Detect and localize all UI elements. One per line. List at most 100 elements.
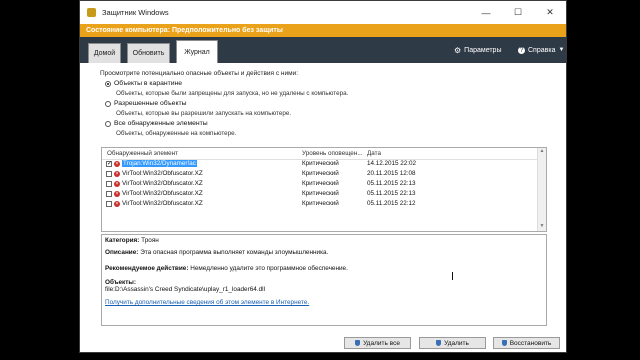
list-scrollbar[interactable]: ▲ ▼ xyxy=(537,148,546,231)
radio-button[interactable] xyxy=(105,100,111,107)
shield-icon xyxy=(501,340,507,346)
radio-allowed[interactable]: Разрешенные объекты xyxy=(105,100,187,107)
title-bar: Защитник Windows — ☐ ✕ xyxy=(80,1,566,24)
radio-all-detected[interactable]: Все обнаруженные элементы xyxy=(105,120,208,127)
action-label: Рекомендуемое действие: xyxy=(105,265,189,272)
delete-all-label: Удалить все xyxy=(363,339,400,347)
window-controls: — ☐ ✕ xyxy=(470,1,566,24)
option-label-quarantined: Объекты в карантине xyxy=(114,80,183,87)
status-text: Состояние компьютера: Предположительно б… xyxy=(86,27,283,34)
option-desc-allowed: Объекты, которые вы разрешили запускать … xyxy=(116,110,292,117)
scroll-down-arrow-icon[interactable]: ▼ xyxy=(538,223,546,231)
row-checkbox[interactable]: ✓ xyxy=(106,161,112,167)
action-value: Немедленно удалите это программное обесп… xyxy=(190,265,348,272)
tab-home[interactable]: Домой xyxy=(88,43,121,63)
history-panel: Просмотрите потенциально опасные объекты… xyxy=(80,63,566,352)
objects-label: Объекты: xyxy=(105,279,136,286)
row-date: 05.11.2015 22:12 xyxy=(367,200,416,207)
scroll-up-arrow-icon[interactable]: ▲ xyxy=(538,148,546,156)
window-title: Защитник Windows xyxy=(102,8,169,17)
threat-icon: × xyxy=(114,161,120,167)
tab-strip: Домой Обновить Журнал ⚙ Параметры ? Спра… xyxy=(80,37,566,63)
radio-quarantined[interactable]: Объекты в карантине xyxy=(105,80,182,87)
maximize-button[interactable]: ☐ xyxy=(502,1,534,24)
option-desc-quarantined: Объекты, которые были запрещены для запу… xyxy=(116,90,349,97)
objects-label-line: Объекты: xyxy=(105,279,136,286)
row-checkbox[interactable] xyxy=(106,201,112,207)
tab-history[interactable]: Журнал xyxy=(176,40,218,63)
category-label: Категория: xyxy=(105,237,140,244)
minimize-button[interactable]: — xyxy=(470,1,502,24)
row-date: 05.11.2015 22:13 xyxy=(367,180,416,187)
gear-icon: ⚙ xyxy=(454,45,462,55)
status-banner: Состояние компьютера: Предположительно б… xyxy=(80,24,566,37)
option-label-allowed: Разрешенные объекты xyxy=(114,100,187,107)
action-line: Рекомендуемое действие: Немедленно удали… xyxy=(105,265,348,272)
help-icon: ? xyxy=(518,46,525,54)
chevron-down-icon: ▼ xyxy=(558,47,565,53)
row-alert-level: Критический xyxy=(302,190,339,197)
row-checkbox[interactable] xyxy=(106,171,112,177)
help-label: Справка xyxy=(528,46,556,54)
settings-link[interactable]: ⚙ Параметры xyxy=(454,37,502,63)
shield-icon xyxy=(436,340,442,346)
radio-button[interactable] xyxy=(105,120,111,127)
row-alert-level: Критический xyxy=(302,180,339,187)
row-checkbox[interactable] xyxy=(106,191,112,197)
threat-icon: × xyxy=(114,181,120,187)
delete-button[interactable]: Удалить xyxy=(419,337,486,349)
row-checkbox[interactable] xyxy=(106,181,112,187)
restore-label: Восстановить xyxy=(509,339,552,347)
row-alert-level: Критический xyxy=(302,200,339,207)
row-alert-level: Критический xyxy=(302,170,339,177)
column-header-level[interactable]: Уровень оповещен... xyxy=(302,150,363,157)
help-link[interactable]: ? Справка ▼ xyxy=(518,37,564,63)
row-date: 14.12.2015 22:02 xyxy=(367,160,417,167)
row-item-name: VirTool:Win32/Obfuscator.XZ xyxy=(122,200,203,207)
tab-update[interactable]: Обновить xyxy=(127,43,170,63)
description-label: Описание: xyxy=(105,249,139,256)
more-info-link[interactable]: Получить дополнительные сведения об этом… xyxy=(105,299,309,306)
close-button[interactable]: ✕ xyxy=(534,1,566,24)
settings-label: Параметры xyxy=(464,46,502,54)
column-header-date[interactable]: Дата xyxy=(367,150,381,157)
table-row[interactable]: × VirTool:Win32/Obfuscator.XZ Критически… xyxy=(102,180,539,189)
threat-icon: × xyxy=(114,171,120,177)
detected-items-list: Обнаруженный элемент Уровень оповещен...… xyxy=(101,147,547,232)
intro-text: Просмотрите потенциально опасные объекты… xyxy=(100,70,299,77)
list-header: Обнаруженный элемент Уровень оповещен...… xyxy=(102,148,546,160)
row-item-name: Trojan:Win32/Dynamer!ac xyxy=(122,160,197,167)
column-header-item[interactable]: Обнаруженный элемент xyxy=(107,150,178,157)
row-alert-level: Критический xyxy=(302,160,339,167)
tab-update-label: Обновить xyxy=(132,50,165,57)
delete-all-button[interactable]: Удалить все xyxy=(344,337,411,349)
row-item-name: VirTool:Win32/Obfuscator.XZ xyxy=(122,190,203,197)
table-row[interactable]: × VirTool:Win32/Obfuscator.XZ Критически… xyxy=(102,170,539,179)
restore-button[interactable]: Восстановить xyxy=(493,337,560,349)
threat-icon: × xyxy=(114,201,120,207)
defender-window: Защитник Windows — ☐ ✕ Состояние компьют… xyxy=(79,0,567,353)
objects-value: file:D:\Assassin's Creed Syndicate\uplay… xyxy=(105,286,266,293)
tab-home-label: Домой xyxy=(93,50,116,57)
description-line: Описание: Эта опасная программа выполняе… xyxy=(105,249,328,256)
row-date: 20.11.2015 12:08 xyxy=(367,170,416,177)
screen: Защитник Windows — ☐ ✕ Состояние компьют… xyxy=(0,0,640,360)
shield-icon xyxy=(355,340,361,346)
row-date: 05.11.2015 22:13 xyxy=(367,190,416,197)
option-label-all: Все обнаруженные элементы xyxy=(114,120,208,127)
table-row[interactable]: × VirTool:Win32/Obfuscator.XZ Критически… xyxy=(102,200,539,209)
category-line: Категория: Троян xyxy=(105,237,159,244)
row-item-name: VirTool:Win32/Obfuscator.XZ xyxy=(122,180,203,187)
category-value: Троян xyxy=(141,237,159,244)
table-row[interactable]: ✓ × Trojan:Win32/Dynamer!ac Критический … xyxy=(102,160,539,169)
tab-history-label: Журнал xyxy=(184,48,210,56)
mouse-cursor-icon xyxy=(452,272,453,280)
row-item-name: VirTool:Win32/Obfuscator.XZ xyxy=(122,170,203,177)
option-desc-all: Объекты, обнаруженные на компьютере. xyxy=(116,130,237,137)
radio-button[interactable] xyxy=(105,80,111,87)
description-value: Эта опасная программа выполняет команды … xyxy=(140,249,329,256)
table-row[interactable]: × VirTool:Win32/Obfuscator.XZ Критически… xyxy=(102,190,539,199)
details-pane: Категория: Троян Описание: Эта опасная п… xyxy=(101,234,547,326)
delete-label: Удалить xyxy=(444,339,469,347)
defender-app-icon xyxy=(87,8,96,17)
